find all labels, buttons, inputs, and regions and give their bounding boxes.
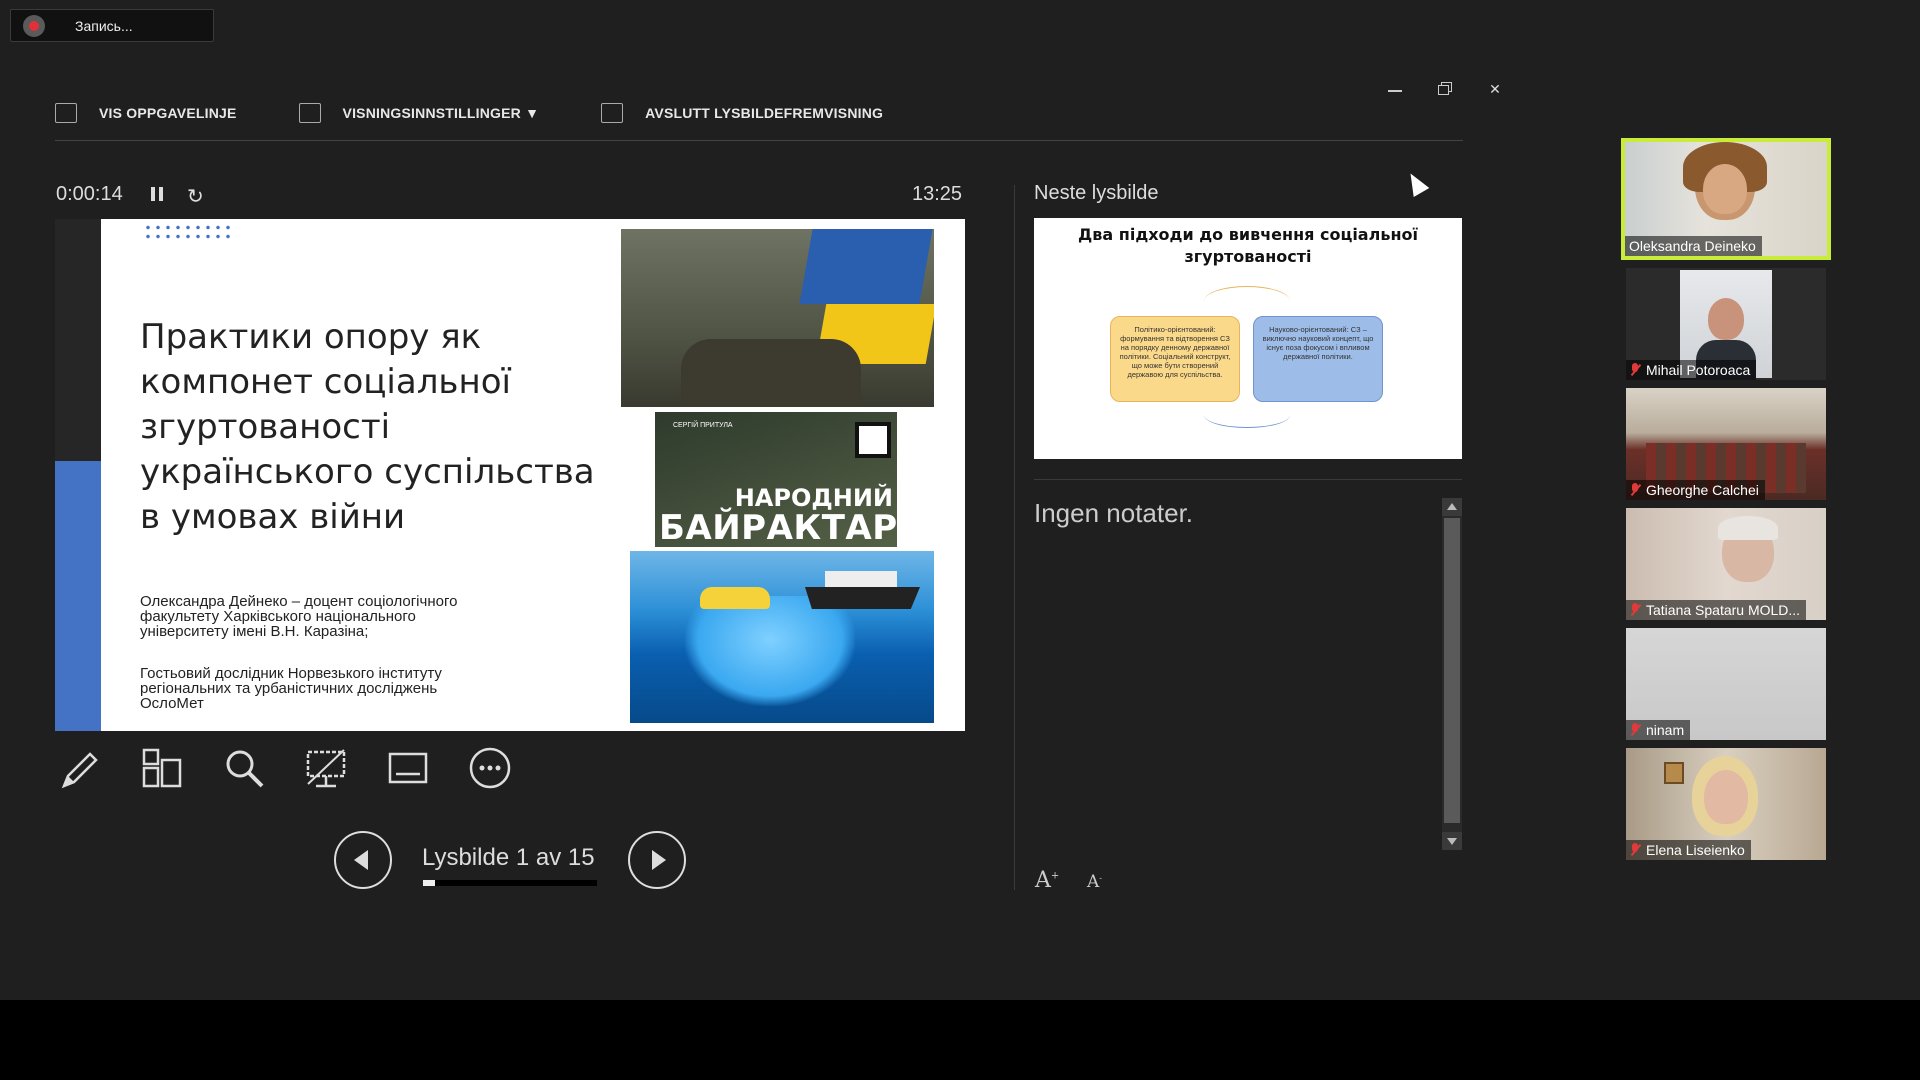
panel-divider: [1014, 185, 1015, 890]
slide-counter[interactable]: Lysbilde 1 av 15: [422, 844, 595, 872]
slide-accent-blue: [55, 461, 101, 731]
recording-label: Запись...: [75, 17, 133, 34]
window-controls: ✕: [1388, 82, 1502, 96]
muted-mic-icon: [1630, 603, 1640, 617]
speaker-notes[interactable]: Ingen notater.: [1034, 498, 1193, 529]
next-slide-arc-bottom: [1204, 402, 1290, 428]
pause-icon[interactable]: [151, 187, 163, 201]
participant-name: ninam: [1626, 720, 1691, 740]
elapsed-timer: 0:00:14: [56, 183, 123, 205]
show-taskbar-button[interactable]: VIS OPPGAVELINJE: [55, 103, 237, 123]
increase-font-icon[interactable]: A+: [1035, 868, 1059, 893]
previous-slide-button[interactable]: [334, 831, 392, 889]
pen-icon[interactable]: [57, 745, 103, 791]
display-settings-button[interactable]: VISNINGSINNSTILLINGER ▼: [298, 103, 540, 123]
slide-dot-pattern: [143, 223, 233, 243]
presenter-toolbar: VIS OPPGAVELINJE VISNINGSINNSTILLINGER ▼…: [55, 100, 945, 126]
restart-timer-icon[interactable]: ↻: [187, 184, 204, 209]
next-slide-box-political: Політико-орієнтований: формування та від…: [1110, 316, 1240, 402]
participant-name: Gheorghe Calchei: [1626, 480, 1765, 500]
participant-tile[interactable]: ninam: [1626, 628, 1826, 740]
participant-tile[interactable]: Oleksandra Deineko: [1621, 138, 1831, 260]
muted-mic-icon: [1630, 483, 1640, 497]
toolbar-divider: [55, 140, 1463, 141]
slide-tools: [57, 745, 513, 791]
next-slide-arc-top: [1204, 286, 1290, 316]
taskbar-icon: [55, 103, 77, 123]
scroll-down-icon[interactable]: [1442, 832, 1462, 850]
scroll-up-icon[interactable]: [1442, 498, 1462, 516]
bayraktar-poster-image: СЕРГІЙ ПРИТУЛА НАРОДНИЙ БАЙРАКТАР: [655, 412, 897, 547]
next-slide-label: Neste lysbilde: [1034, 182, 1159, 204]
slide-progress-fill: [423, 880, 435, 886]
poster-small-text: СЕРГІЙ ПРИТУЛА: [673, 422, 733, 429]
participant-tile[interactable]: Elena Liseienko: [1626, 748, 1826, 860]
participant-name: Tatiana Spataru MOLD...: [1626, 600, 1807, 620]
slide-title: Практики опору як компонет соціальної зг…: [140, 317, 595, 537]
close-icon[interactable]: ✕: [1488, 82, 1502, 96]
end-slideshow-button[interactable]: AVSLUTT LYSBILDEFREMVISNING: [601, 103, 883, 123]
zoom-icon[interactable]: [221, 745, 267, 791]
scroll-thumb[interactable]: [1444, 518, 1460, 823]
subtitles-icon[interactable]: [385, 745, 431, 791]
end-slideshow-icon: [601, 103, 624, 123]
restore-icon[interactable]: [1438, 82, 1452, 96]
muted-mic-icon: [1630, 723, 1640, 737]
tank-flag-image: [621, 229, 934, 407]
notes-scrollbar[interactable]: [1442, 498, 1462, 850]
participant-tile[interactable]: Gheorghe Calchei: [1626, 388, 1826, 500]
muted-mic-icon: [1630, 843, 1640, 857]
previous-arrow-icon: [354, 850, 368, 870]
slide-accent-dark: [55, 219, 101, 461]
next-slide-box-scientific: Науково-орієнтований: СЗ – виключно наук…: [1253, 316, 1383, 402]
end-slideshow-label: AVSLUTT LYSBILDEFREMVISNING: [645, 105, 884, 121]
recording-indicator[interactable]: Запись...: [10, 9, 214, 42]
participant-gallery: Oleksandra Deineko Mihail Potoroaca Gheo…: [1621, 138, 1836, 868]
iceberg-ship-image: [630, 551, 934, 723]
clock-time: 13:25: [912, 183, 963, 205]
participant-tile[interactable]: Tatiana Spataru MOLD...: [1626, 508, 1826, 620]
see-all-slides-icon[interactable]: [139, 745, 185, 791]
poster-line-2: БАЙРАКТАР: [659, 508, 897, 547]
next-arrow-icon: [652, 850, 666, 870]
qr-code-icon: [855, 422, 891, 458]
show-taskbar-label: VIS OPPGAVELINJE: [99, 105, 237, 121]
participant-name: Oleksandra Deineko: [1625, 236, 1762, 256]
participant-tile[interactable]: Mihail Potoroaca: [1626, 268, 1826, 380]
muted-mic-icon: [1630, 363, 1640, 377]
display-settings-label: VISNINGSINNSTILLINGER ▼: [342, 105, 540, 121]
recording-icon: [23, 14, 45, 37]
next-slide-title: Два підходи до вивчення соціальної згурт…: [1078, 225, 1418, 266]
decrease-font-icon[interactable]: A-: [1087, 872, 1102, 892]
slide-progress-bar: [423, 880, 597, 886]
participant-name: Mihail Potoroaca: [1626, 360, 1757, 380]
more-options-icon[interactable]: [467, 745, 513, 791]
participant-name: Elena Liseienko: [1626, 840, 1751, 860]
minimize-icon[interactable]: [1388, 82, 1402, 92]
mouse-cursor-icon: [1402, 168, 1430, 198]
display-settings-icon: [298, 103, 321, 123]
current-slide[interactable]: Практики опору як компонет соціальної зг…: [55, 219, 965, 731]
next-slide-preview[interactable]: Два підходи до вивчення соціальної згурт…: [1034, 218, 1462, 459]
slide-author: Олександра Дейнеко – доцент соціологічно…: [140, 593, 458, 640]
next-slide-button[interactable]: [628, 831, 686, 889]
bottom-black-strip: [0, 1000, 1920, 1080]
notes-divider: [1034, 479, 1462, 480]
slide-guest-info: Гостьовий дослідник Норвезького інститут…: [140, 665, 442, 712]
black-screen-icon[interactable]: [303, 745, 349, 791]
